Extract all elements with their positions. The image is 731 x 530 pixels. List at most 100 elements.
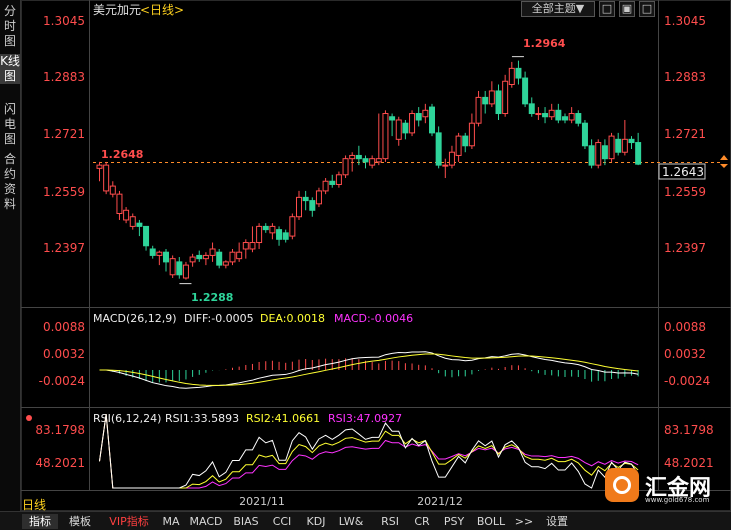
rsi-tick: 48.2021 <box>35 456 85 470</box>
candle <box>123 207 130 224</box>
rsi3-line <box>99 414 639 489</box>
tab-more[interactable]: >> <box>514 514 534 529</box>
candle <box>116 190 123 220</box>
candle-series <box>96 56 642 285</box>
candle <box>429 103 435 137</box>
candle <box>568 107 575 124</box>
period-tag: <日线> <box>140 3 184 17</box>
tab-time-chart[interactable]: 分时图 <box>0 4 20 49</box>
candle <box>129 213 136 230</box>
candle <box>329 174 336 188</box>
candle <box>196 250 203 262</box>
tab-rsi[interactable]: RSI <box>376 514 404 529</box>
price-tick: 1.3045 <box>43 14 85 28</box>
tab-vip-indicators[interactable]: VIP指标 <box>104 514 154 529</box>
candle <box>462 132 469 153</box>
rsi-axis-right: 83.1798 48.2021 <box>664 423 714 470</box>
price-axis-left: 1.3045 1.2883 1.2721 1.2559 1.2397 <box>43 14 85 255</box>
candle <box>222 260 229 269</box>
expand-down-icon[interactable] <box>720 164 728 168</box>
candle <box>342 155 349 179</box>
candle <box>249 226 256 253</box>
tab-psy[interactable]: PSY <box>440 514 468 529</box>
tab-boll[interactable]: BOLL <box>474 514 508 529</box>
side-tab-bar: 分时图 K线图 闪电图 合约资料 <box>0 0 21 529</box>
candle <box>542 107 549 124</box>
macd-tick: 0.0032 <box>43 347 85 361</box>
rsi-settings-icon[interactable] <box>26 415 32 421</box>
candle <box>335 171 342 188</box>
low-marker-label: 1.2288 <box>191 291 233 304</box>
tab-templates[interactable]: 模板 <box>62 514 98 529</box>
candle <box>182 261 189 280</box>
current-price-right-label: 1.2643 <box>662 165 704 179</box>
candle <box>309 197 316 217</box>
rsi-axis-left: 83.1798 48.2021 <box>35 423 85 470</box>
rsi-tick: 83.1798 <box>664 423 714 437</box>
candle <box>382 110 389 162</box>
price-tick: 1.2397 <box>664 241 706 255</box>
window-button-1[interactable]: □ <box>599 1 615 17</box>
candle <box>409 110 416 137</box>
logo-badge-icon <box>605 468 639 502</box>
tab-settings[interactable]: 设置 <box>540 514 574 529</box>
candle <box>448 145 455 169</box>
tab-cci[interactable]: CCI <box>268 514 296 529</box>
theme-select[interactable]: 全部主题▼ <box>521 1 595 17</box>
indicator-tab-bar: 指标 模板 VIP指标 MA MACD BIAS CCI KDJ LW& RSI… <box>0 511 731 530</box>
candle <box>189 253 196 267</box>
candle <box>282 229 289 243</box>
rsi2-value: RSI2:41.0661 <box>246 412 320 425</box>
tab-kdj[interactable]: KDJ <box>302 514 330 529</box>
rsi3-value: RSI3:47.0927 <box>328 412 402 425</box>
price-tick: 1.2721 <box>664 127 706 141</box>
tab-bias[interactable]: BIAS <box>230 514 262 529</box>
current-price-left-label: 1.2648 <box>101 148 143 161</box>
candle <box>269 223 276 240</box>
tab-lw[interactable]: LW& <box>336 514 366 529</box>
candle <box>455 132 462 162</box>
kline-chart-area[interactable]: 美元加元 <日线> 1.3045 1.2883 1.2721 1.2559 1.… <box>21 0 731 511</box>
candle <box>422 103 429 124</box>
macd-axis-right: 0.0088 0.0032 -0.0024 <box>664 320 710 388</box>
candle <box>548 103 555 120</box>
expand-up-icon[interactable] <box>720 155 728 160</box>
macd-tick: 0.0032 <box>664 347 706 361</box>
candle <box>562 113 568 124</box>
candle <box>615 132 622 156</box>
candle <box>435 126 442 169</box>
tab-ma[interactable]: MA <box>160 514 182 529</box>
price-axis-right: 1.3045 1.2883 1.2721 1.2559 1.2397 <box>664 14 706 255</box>
candle <box>442 158 449 179</box>
candle <box>595 139 602 169</box>
candle <box>149 245 156 259</box>
candle <box>555 103 562 124</box>
candle <box>136 219 143 237</box>
candle <box>621 119 628 156</box>
candle <box>375 113 382 166</box>
logo-url: www.gold678.com <box>645 496 710 504</box>
rsi1-value: RSI1:33.5893 <box>165 412 239 425</box>
tab-indicators[interactable]: 指标 <box>22 514 58 529</box>
candle <box>236 242 243 262</box>
tab-flash-chart[interactable]: 闪电图 <box>0 102 20 147</box>
tab-cr[interactable]: CR <box>410 514 434 529</box>
candle <box>635 132 642 166</box>
tab-macd[interactable]: MACD <box>188 514 224 529</box>
candle <box>96 161 103 182</box>
date-label-nov: 2021/11 <box>239 495 285 508</box>
tab-contract-info[interactable]: 合约资料 <box>0 152 20 212</box>
candle <box>495 84 502 120</box>
candle <box>242 239 249 259</box>
macd-tick: -0.0024 <box>664 374 710 388</box>
gold678-logo: 汇金网 www.gold678.com <box>605 468 725 508</box>
tab-k-line[interactable]: K线图 <box>0 54 20 84</box>
date-label-dec: 2021/12 <box>417 495 463 508</box>
candle <box>163 248 169 272</box>
chart-frame <box>21 0 731 511</box>
candle <box>535 107 542 120</box>
window-button-2[interactable]: ▣ <box>619 1 635 17</box>
candle <box>508 61 515 88</box>
window-button-3[interactable]: □ <box>639 1 655 17</box>
candle <box>528 97 535 117</box>
